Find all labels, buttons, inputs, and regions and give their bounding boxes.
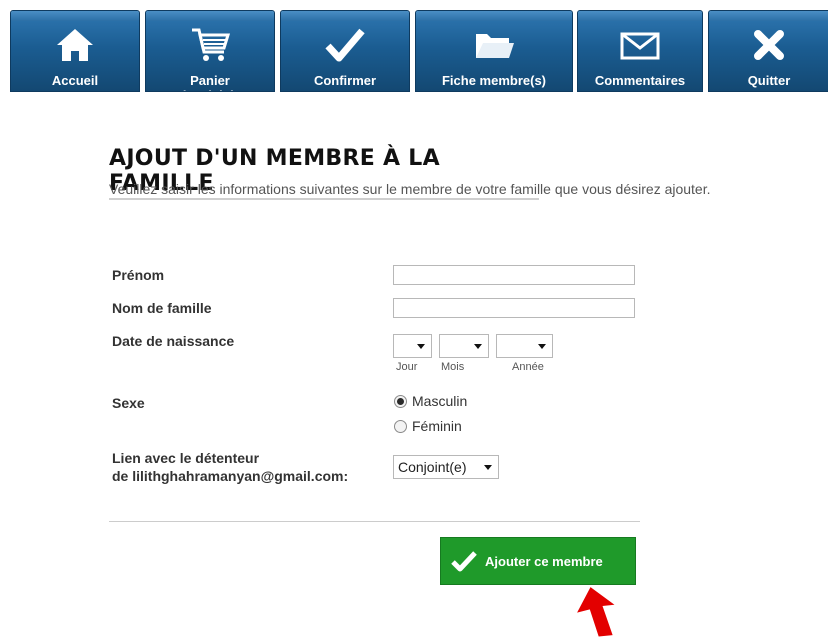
tab-fiche-membres[interactable]: Fiche membre(s) bbox=[415, 10, 573, 92]
sex-label: Sexe bbox=[112, 395, 145, 411]
day-caption: Jour bbox=[396, 361, 418, 373]
chevron-down-icon bbox=[474, 344, 482, 349]
tab-quitter[interactable]: Quitter bbox=[708, 10, 828, 92]
intro-text: Veuillez saisir les informations suivant… bbox=[109, 181, 711, 197]
close-icon bbox=[709, 25, 828, 65]
form-divider bbox=[109, 521, 640, 522]
last-name-label: Nom de famille bbox=[112, 300, 212, 316]
radio-selected[interactable] bbox=[394, 394, 407, 408]
radio-unselected[interactable] bbox=[394, 419, 407, 433]
birth-year-select[interactable] bbox=[496, 334, 553, 358]
tab-label: Accueil bbox=[51, 73, 99, 88]
month-caption: Mois bbox=[441, 361, 465, 373]
chevron-down-icon bbox=[417, 344, 425, 349]
sex-option-feminin[interactable]: Féminin bbox=[394, 418, 462, 434]
add-member-button[interactable]: Ajouter ce membre bbox=[440, 537, 636, 585]
first-name-label: Prénom bbox=[112, 267, 165, 283]
relation-label-line2: de lilithghahramanyan@gmail.com: bbox=[112, 468, 349, 484]
relation-value: Conjoint(e) bbox=[398, 459, 467, 475]
envelope-icon bbox=[578, 25, 702, 65]
checkmark-icon bbox=[281, 25, 409, 65]
tab-label: Quitter bbox=[747, 73, 791, 88]
sex-option-masculin[interactable]: Masculin bbox=[394, 393, 467, 409]
tab-label: Commentaires bbox=[594, 73, 686, 88]
relation-select[interactable]: Conjoint(e) bbox=[393, 455, 499, 479]
tab-label: Fiche membre(s) bbox=[441, 73, 547, 88]
birth-month-select[interactable] bbox=[439, 334, 489, 358]
birth-day-select[interactable] bbox=[393, 334, 432, 358]
tab-commentaires[interactable]: Commentaires bbox=[577, 10, 703, 92]
checkmark-icon bbox=[451, 550, 477, 572]
top-navigation: Accueil Panier d'activités Confirmer Fi bbox=[0, 0, 828, 92]
cart-icon bbox=[146, 25, 274, 65]
annotation-arrow-icon bbox=[577, 587, 615, 637]
last-name-input[interactable] bbox=[393, 298, 635, 318]
home-icon bbox=[11, 25, 139, 65]
birthdate-label: Date de naissance bbox=[112, 333, 235, 349]
chevron-down-icon bbox=[484, 465, 492, 470]
chevron-down-icon bbox=[538, 344, 546, 349]
tab-label: Panier d'activités bbox=[178, 73, 241, 91]
tab-panier[interactable]: Panier d'activités bbox=[145, 10, 275, 92]
tab-label: Confirmer bbox=[313, 73, 377, 88]
tab-confirmer[interactable]: Confirmer bbox=[280, 10, 410, 92]
relation-label-line1: Lien avec le détenteur bbox=[112, 450, 260, 466]
sex-option-label: Féminin bbox=[412, 418, 462, 434]
sex-option-label: Masculin bbox=[412, 393, 468, 409]
year-caption: Année bbox=[512, 361, 544, 373]
first-name-input[interactable] bbox=[393, 265, 635, 285]
relation-label: Lien avec le détenteur de lilithghahrama… bbox=[112, 449, 348, 485]
folder-icon bbox=[416, 25, 572, 65]
tab-accueil[interactable]: Accueil bbox=[10, 10, 140, 92]
add-member-label: Ajouter ce membre bbox=[485, 553, 603, 569]
